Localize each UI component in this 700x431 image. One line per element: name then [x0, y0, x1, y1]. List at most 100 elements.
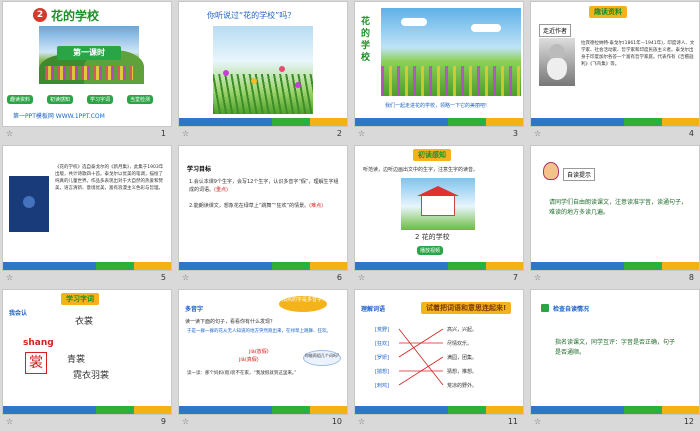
btn-class-test[interactable]: 当堂检测 — [127, 95, 154, 104]
matching-banner: 试着把词语和意思连起来! — [421, 302, 512, 314]
slide-number: 12 — [683, 417, 694, 426]
left-word-2: [狂欢] — [375, 341, 389, 347]
slide-number: 6 — [336, 273, 342, 282]
star-icon: ☆ — [182, 129, 190, 138]
slide-number: 4 — [688, 129, 694, 138]
flower-field-picture — [213, 26, 313, 114]
slide-thumb-1[interactable]: 2 花的学校 第一课时 趣读资料 初读感知 学习字词 当堂检测 第一PPT模板网… — [2, 1, 172, 141]
template-site-text: 第一PPT模板网 WWW.1PPT.COM — [13, 113, 105, 120]
btn-reading-material[interactable]: 趣读资料 — [7, 95, 34, 104]
right-meaning-5: 荒凉的野外。 — [447, 383, 478, 389]
slide-2: 你听说过“花的学校”吗？ — [178, 1, 348, 127]
slide-1: 2 花的学校 第一课时 趣读资料 初读感知 学习字词 当堂检测 第一PPT模板网… — [2, 1, 172, 127]
author-portrait — [539, 38, 575, 86]
word-1: 青裳 — [67, 355, 86, 365]
question-text: 你听说过“花的学校”吗？ — [207, 11, 296, 20]
goal-2-mark: (难点) — [309, 203, 324, 209]
slide-3: 花的学校 我们一起走进花的学校，领略一下它的美丽吧! — [354, 1, 524, 127]
slide-3-caption: 我们一起走进花的学校，领略一下它的美丽吧! — [385, 103, 488, 109]
slide-number: 5 — [160, 273, 166, 282]
slide-thumb-9[interactable]: 学习字词 我会认 衣裳 shang 裳 青裳 霓衣羽裳 ☆ 9 — [2, 289, 172, 429]
star-icon: ☆ — [6, 129, 14, 138]
example-sentence-2: 读一读：那个妈妈(假)装不在家，“我放假就到这里来。” — [187, 371, 297, 376]
slide-4-header: 趣读资料 — [589, 6, 627, 18]
matching-lines — [398, 328, 444, 386]
lesson-number-badge: 2 — [33, 8, 47, 22]
goals-heading: 学习目标 — [187, 166, 212, 173]
self-reading-tag: 自读提示 — [563, 168, 596, 181]
read-prompt: 读一读下面的句子，看看你有什么发现？ — [185, 319, 276, 325]
slide-thumb-10[interactable]: 多音字 加点的字是多音字! 读一读下面的句子，看看你有什么发现？ 于是一群一群的… — [178, 289, 348, 429]
slide-thumb-11[interactable]: 理解词语 试着把词语和意思连起来! [荒野] [狂欢] [罗妍] [揣想] [刺… — [354, 289, 524, 429]
slide-thumb-6[interactable]: 学习目标 1.会认本课9个生字，会写12个生字，认识多音字“假”，理解生字组成的… — [178, 145, 348, 285]
slide-number: 11 — [507, 417, 518, 426]
slide-thumb-4[interactable]: 趣读资料 走近作者 拉宾德拉纳特·泰戈尔(1861年—1941年)，印度诗人、文… — [530, 1, 700, 141]
btn-learn-words[interactable]: 学习字词 — [87, 95, 114, 104]
slide-number: 2 — [336, 129, 342, 138]
slide-number: 9 — [160, 417, 166, 426]
star-icon: ☆ — [182, 273, 190, 282]
slide-7: 初读感知 听范读，边听边画出文中的生字，注意生字的读音。 2 花的学校 播放视频 — [354, 145, 524, 271]
slide-11: 理解词语 试着把词语和意思连起来! [荒野] [狂欢] [罗妍] [揣想] [刺… — [354, 289, 524, 415]
pinyin: shang — [23, 338, 54, 348]
slide-4: 趣读资料 走近作者 拉宾德拉纳特·泰戈尔(1861年—1941年)，印度诗人、文… — [530, 1, 700, 127]
star-icon: ☆ — [358, 417, 366, 426]
slide-9: 学习字词 我会认 衣裳 shang 裳 青裳 霓衣羽裳 — [2, 289, 172, 415]
book-cover — [9, 176, 49, 232]
goal-2-text: 2.能朗读课文，想象花在绿草上“跳舞”“狂欢”的情景。 — [189, 203, 310, 209]
word-top: 衣裳 — [75, 317, 94, 327]
goal-1-mark: (重点) — [214, 187, 228, 193]
hint-bubble: 加点的字是多音字! — [279, 296, 327, 312]
slide-9-header: 学习字词 — [61, 293, 99, 305]
slide-7-header: 初读感知 — [413, 149, 451, 161]
word-2: 霓衣羽裳 — [73, 371, 110, 381]
star-icon: ☆ — [534, 129, 542, 138]
right-meaning-4: 猜想，推想。 — [447, 369, 478, 375]
slide-1-title: 花的学校 — [51, 9, 100, 23]
slide-thumb-3[interactable]: 花的学校 我们一起走进花的学校，领略一下它的美丽吧! ☆ 3 — [354, 1, 524, 141]
reading-1: jià(放假) — [249, 349, 269, 355]
left-word-4: [揣想] — [375, 369, 389, 375]
slide-8: 自读提示 请同学们自由朗读课文，注意读准字音，读通句子，难读的地方多读几遍。 — [530, 145, 700, 271]
goal-1-text: 1.会认本课9个生字，会写12个生字，认识多音字“假”，理解生字组成的词语。 — [189, 179, 339, 193]
right-meaning-2: 尽情欢乐。 — [447, 341, 473, 347]
lesson-label: 第一课时 — [57, 46, 121, 60]
left-word-1: [荒野] — [375, 327, 389, 333]
check-tag: 检查自读情况 — [553, 306, 590, 313]
slide-thumb-7[interactable]: 初读感知 听范读，边听边画出文中的生字，注意生字的读音。 2 花的学校 播放视频… — [354, 145, 524, 285]
star-icon: ☆ — [182, 417, 190, 426]
goal-1: 1.会认本课9个生字，会写12个生字，认识多音字“假”，理解生字组成的词语。(重… — [189, 178, 339, 194]
garden-picture: 第一课时 — [39, 26, 144, 84]
slide-thumb-5[interactable]: 《花的学校》选自泰戈尔的《新月集》，此集于1903年出版，共计诗歌四十首。泰戈尔… — [2, 145, 172, 285]
right-meaning-1: 高兴，兴起。 — [447, 327, 478, 333]
star-icon: ☆ — [6, 273, 14, 282]
child-reading-icon — [543, 162, 559, 180]
slide-number: 1 — [160, 129, 166, 138]
slide-thumb-2[interactable]: 你听说过“花的学校”吗？ ☆ 2 — [178, 1, 348, 141]
self-reading-tip: 请同学们自由朗读课文，注意读准字音，读通句子，难读的地方多读几遍。 — [549, 199, 688, 216]
slide-thumb-8[interactable]: 自读提示 请同学们自由朗读课文，注意读准字音，读通句子，难读的地方多读几遍。 ☆… — [530, 145, 700, 285]
slide-5: 《花的学校》选自泰戈尔的《新月集》，此集于1903年出版，共计诗歌四十首。泰戈尔… — [2, 145, 172, 271]
play-video-button[interactable]: 播放视频 — [417, 246, 444, 255]
right-meaning-3: 满园，团集。 — [447, 355, 478, 361]
check-text: 指名读课文，同学互评：字音是否正确，句子是否通顺。 — [555, 339, 676, 356]
author-bio: 拉宾德拉纳特·泰戈尔(1861年—1941年)，印度诗人、文学家、社会活动家、哲… — [581, 41, 695, 67]
vocab-tag: 理解词语 — [361, 306, 386, 313]
star-icon: ☆ — [534, 273, 542, 282]
cloud-prompt: 你能再组几个词吗? — [303, 350, 341, 366]
btn-first-reading[interactable]: 初读感知 — [47, 95, 74, 104]
left-word-3: [罗妍] — [375, 355, 389, 361]
slide-number: 8 — [688, 273, 694, 282]
slide-thumb-12[interactable]: 检查自读情况 指名读课文，同学互评：字音是否正确，句子是否通顺。 ☆ 12 — [530, 289, 700, 429]
slide-number: 3 — [512, 129, 518, 138]
slide-number: 10 — [331, 417, 342, 426]
star-icon: ☆ — [534, 417, 542, 426]
slide-number: 7 — [512, 273, 518, 282]
polyphone-tag: 多音字 — [185, 306, 204, 313]
star-icon: ☆ — [358, 129, 366, 138]
star-icon: ☆ — [6, 417, 14, 426]
collection-text: 《花的学校》选自泰戈尔的《新月集》，此集于1903年出版，共计诗歌四十首。泰戈尔… — [55, 165, 164, 191]
reading-2: jiǎ(真假) — [239, 357, 259, 363]
slide-grid: 2 花的学校 第一课时 趣读资料 初读感知 学习字词 当堂检测 第一PPT模板网… — [0, 0, 700, 431]
author-tag: 走近作者 — [539, 24, 572, 37]
